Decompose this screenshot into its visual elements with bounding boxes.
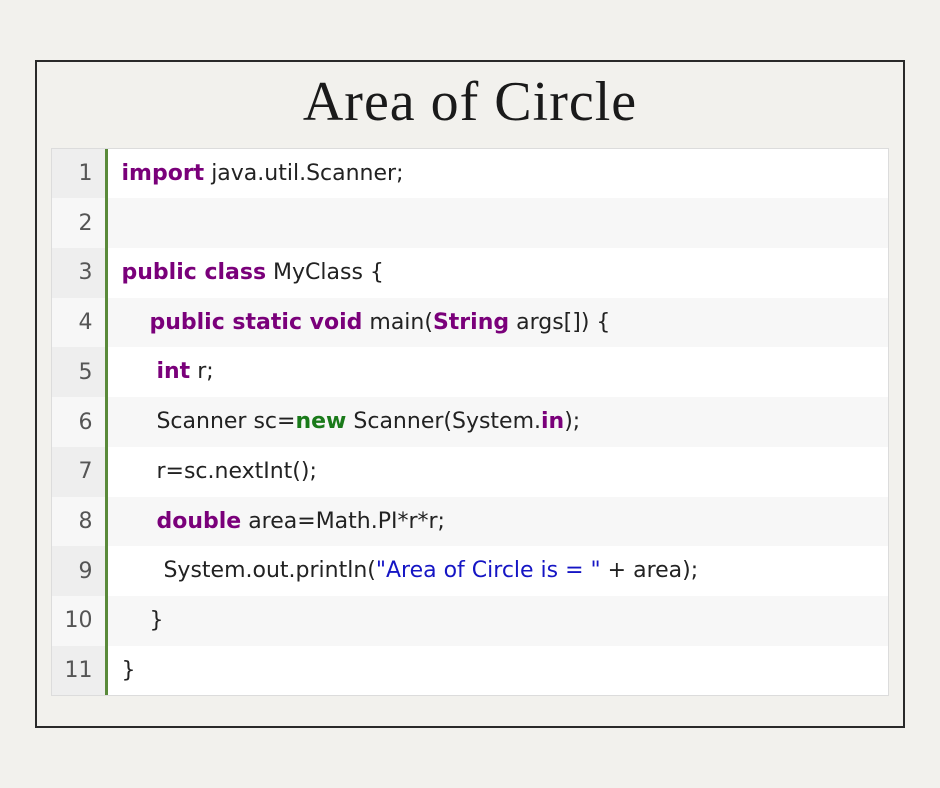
code-token: public class bbox=[122, 260, 267, 285]
code-token: String bbox=[433, 310, 509, 335]
line-number: 7 bbox=[52, 447, 106, 497]
code-content: r=sc.nextInt(); bbox=[106, 447, 888, 497]
code-line: 6 Scanner sc=new Scanner(System.in); bbox=[52, 397, 888, 447]
code-token: args[]) { bbox=[509, 310, 610, 335]
code-token: Scanner sc= bbox=[122, 409, 296, 434]
code-line: 10 } bbox=[52, 596, 888, 646]
line-number: 2 bbox=[52, 198, 106, 248]
line-number: 4 bbox=[52, 298, 106, 348]
line-number: 11 bbox=[52, 646, 106, 696]
code-token: main( bbox=[362, 310, 433, 335]
code-token: } bbox=[122, 608, 164, 633]
code-token: double bbox=[156, 509, 241, 534]
code-token: java.util.Scanner; bbox=[204, 161, 403, 186]
line-number: 10 bbox=[52, 596, 106, 646]
code-content: public static void main(String args[]) { bbox=[106, 298, 888, 348]
line-number: 9 bbox=[52, 546, 106, 596]
code-content: import java.util.Scanner; bbox=[106, 149, 888, 199]
code-line: 8 double area=Math.PI*r*r; bbox=[52, 497, 888, 547]
line-number: 6 bbox=[52, 397, 106, 447]
code-content: int r; bbox=[106, 347, 888, 397]
code-card: 1import java.util.Scanner;2 3public clas… bbox=[51, 148, 889, 697]
code-token: new bbox=[295, 409, 346, 434]
code-token: r; bbox=[190, 359, 213, 384]
code-token: System.out.println( bbox=[122, 558, 376, 583]
page-title: Area of Circle bbox=[303, 71, 637, 133]
code-token: MyClass { bbox=[266, 260, 384, 285]
line-number: 3 bbox=[52, 248, 106, 298]
code-line: 7 r=sc.nextInt(); bbox=[52, 447, 888, 497]
code-token: area=Math.PI*r*r; bbox=[241, 509, 445, 534]
line-number: 5 bbox=[52, 347, 106, 397]
title-bar: Area of Circle bbox=[37, 62, 903, 148]
code-content: } bbox=[106, 596, 888, 646]
code-line: 5 int r; bbox=[52, 347, 888, 397]
code-token bbox=[122, 509, 157, 534]
line-number: 1 bbox=[52, 149, 106, 199]
code-table: 1import java.util.Scanner;2 3public clas… bbox=[52, 149, 888, 696]
code-line: 3public class MyClass { bbox=[52, 248, 888, 298]
code-token: ); bbox=[564, 409, 580, 434]
code-line: 1import java.util.Scanner; bbox=[52, 149, 888, 199]
code-token bbox=[122, 310, 150, 335]
code-token: "Area of Circle is = " bbox=[376, 558, 601, 583]
code-token bbox=[122, 359, 157, 384]
line-number: 8 bbox=[52, 497, 106, 547]
code-content: double area=Math.PI*r*r; bbox=[106, 497, 888, 547]
code-token: public static void bbox=[149, 310, 362, 335]
code-token: Scanner(System. bbox=[346, 409, 541, 434]
code-token: } bbox=[122, 658, 136, 683]
code-token: + area); bbox=[601, 558, 698, 583]
code-content: } bbox=[106, 646, 888, 696]
code-line: 9 System.out.println("Area of Circle is … bbox=[52, 546, 888, 596]
code-line: 4 public static void main(String args[])… bbox=[52, 298, 888, 348]
code-content bbox=[106, 198, 888, 248]
code-token: in bbox=[541, 409, 564, 434]
code-content: Scanner sc=new Scanner(System.in); bbox=[106, 397, 888, 447]
code-token: r=sc.nextInt(); bbox=[122, 459, 317, 484]
code-line: 2 bbox=[52, 198, 888, 248]
code-token: import bbox=[122, 161, 205, 186]
code-token: int bbox=[156, 359, 190, 384]
document-frame: Area of Circle 1import java.util.Scanner… bbox=[35, 60, 905, 729]
code-line: 11} bbox=[52, 646, 888, 696]
code-content: System.out.println("Area of Circle is = … bbox=[106, 546, 888, 596]
code-content: public class MyClass { bbox=[106, 248, 888, 298]
